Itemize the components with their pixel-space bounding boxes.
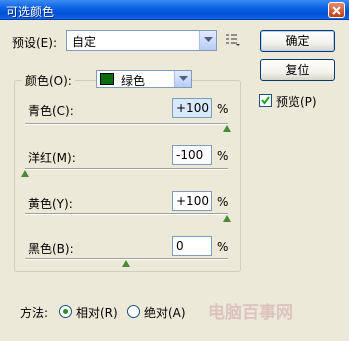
title-bar: 可选颜色: [0, 0, 349, 20]
check-icon: [261, 96, 270, 105]
cyan-slider-track[interactable]: [25, 123, 228, 125]
magenta-slider-track[interactable]: [25, 168, 228, 170]
absolute-label: 绝对(A): [144, 306, 186, 320]
cyan-slider-thumb[interactable]: [223, 125, 231, 132]
watermark: 电脑百事网: [208, 303, 293, 323]
ok-button[interactable]: 确定: [260, 30, 335, 52]
preset-dropdown-button[interactable]: [199, 31, 216, 50]
absolute-radio[interactable]: [127, 305, 140, 318]
relative-radio[interactable]: [59, 305, 72, 318]
chevron-down-icon: [204, 37, 213, 42]
yellow-label: 黄色(Y):: [28, 197, 73, 211]
preview-label: 预览(P): [276, 95, 317, 109]
method-label: 方法:: [20, 306, 49, 320]
black-label: 黑色(B):: [28, 242, 74, 256]
radio-selected-dot: [63, 309, 68, 314]
colors-select[interactable]: 绿色: [96, 70, 192, 88]
cyan-input[interactable]: +100: [172, 98, 212, 118]
magenta-input[interactable]: -100: [172, 145, 212, 165]
preset-select[interactable]: 自定: [66, 30, 217, 51]
colors-dropdown-button[interactable]: [174, 71, 191, 87]
black-slider-thumb[interactable]: [122, 260, 130, 267]
color-swatch: [100, 73, 114, 85]
list-options-icon[interactable]: [226, 34, 240, 46]
close-button[interactable]: [328, 2, 345, 18]
magenta-unit: %: [217, 149, 229, 163]
black-unit: %: [217, 240, 229, 254]
magenta-label: 洋红(M):: [28, 151, 76, 165]
yellow-input[interactable]: +100: [172, 191, 212, 211]
black-input[interactable]: 0: [172, 236, 212, 256]
relative-label: 相对(R): [76, 306, 118, 320]
window-title: 可选颜色: [6, 5, 55, 19]
chevron-down-icon: [179, 76, 188, 81]
yellow-slider-thumb[interactable]: [223, 215, 231, 222]
cyan-unit: %: [217, 102, 229, 116]
colors-value: 绿色: [121, 74, 146, 88]
preview-checkbox[interactable]: [259, 94, 272, 107]
preset-value: 自定: [72, 35, 97, 49]
preset-label: 预设(E):: [12, 36, 57, 50]
magenta-slider-thumb[interactable]: [21, 170, 29, 177]
colors-label: 颜色(O):: [22, 72, 75, 89]
yellow-unit: %: [217, 195, 229, 209]
close-icon: [332, 6, 341, 15]
reset-button[interactable]: 复位: [260, 59, 335, 81]
yellow-slider-track[interactable]: [25, 213, 228, 215]
cyan-label: 青色(C):: [28, 104, 74, 118]
